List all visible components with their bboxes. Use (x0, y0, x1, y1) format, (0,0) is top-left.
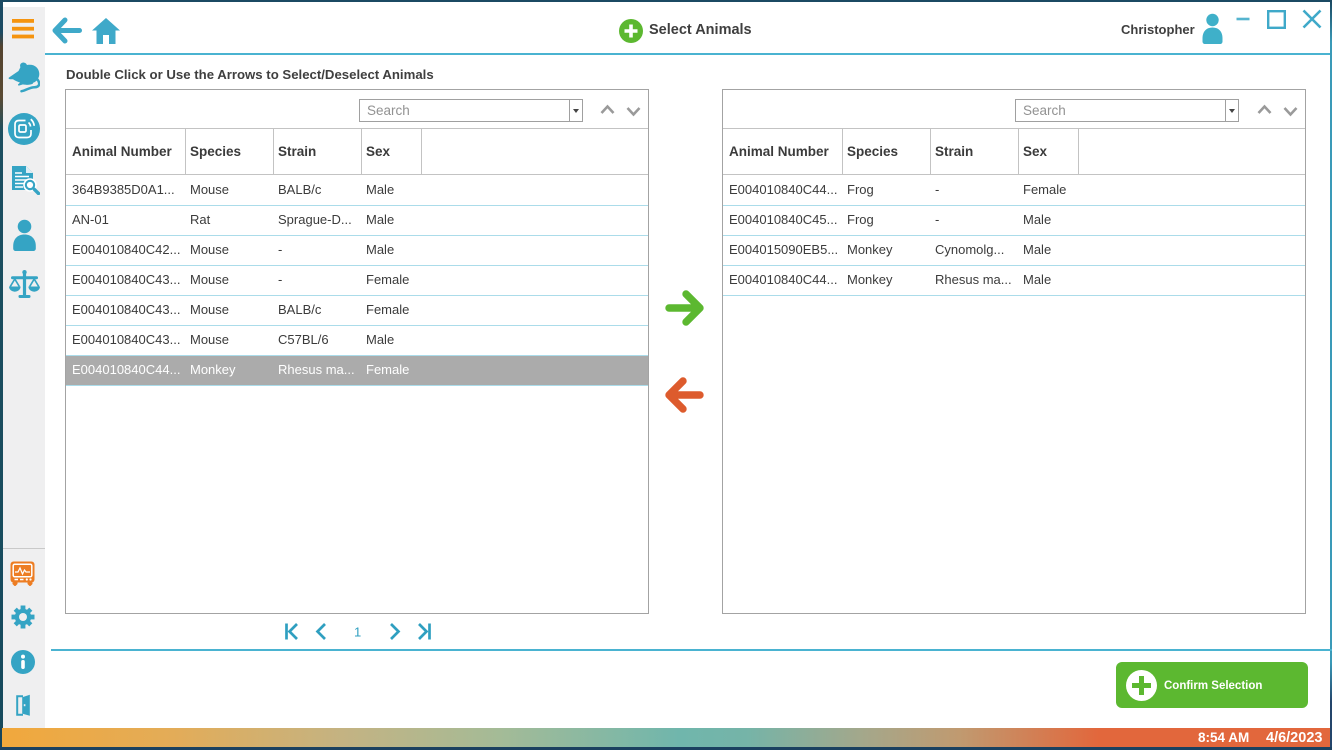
svg-text:1: 1 (354, 625, 361, 640)
